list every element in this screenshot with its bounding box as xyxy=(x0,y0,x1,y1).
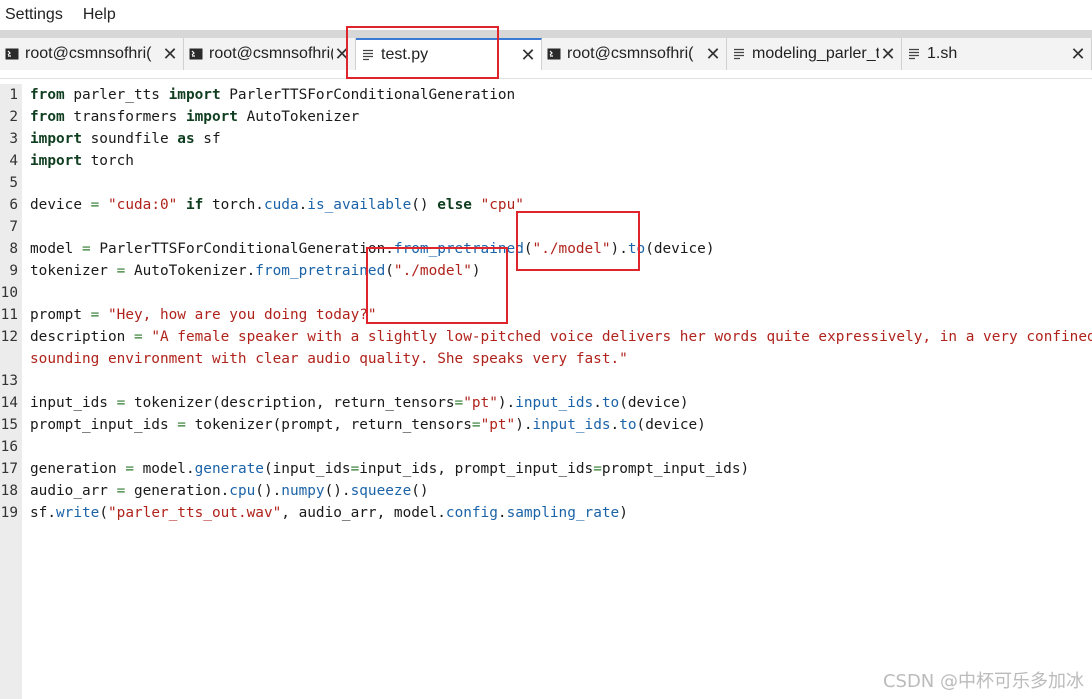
menu-bar: Settings Help xyxy=(0,0,1092,30)
tab-5[interactable]: modeling_parler_t ✕ xyxy=(727,38,902,70)
code-text: from parler_tts import ParlerTTSForCondi… xyxy=(30,87,516,103)
code-text: description = "A female speaker with a s… xyxy=(30,329,1092,345)
code-text: sf.write("parler_tts_out.wav", audio_arr… xyxy=(30,505,628,521)
tab-1[interactable]: root@csmnsofhri( ✕ xyxy=(0,38,184,70)
code-line: 6 device = "cuda:0" if torch.cuda.is_avai… xyxy=(0,194,1092,216)
tab-label: root@csmnsofhri( xyxy=(567,45,694,62)
menu-settings[interactable]: Settings xyxy=(0,0,77,30)
line-number: 7 xyxy=(9,219,18,235)
line-number: 6 xyxy=(9,197,18,213)
line-number: 16 xyxy=(0,439,18,455)
document-icon xyxy=(734,48,744,60)
line-number: 5 xyxy=(9,175,18,191)
line-number: 3 xyxy=(9,131,18,147)
code-line: 8 model = ParlerTTSForConditionalGenerati… xyxy=(0,238,1092,260)
code-text: import soundfile as sf xyxy=(30,131,221,147)
tab-label: root@csmnsofhri( xyxy=(25,45,152,62)
line-number: 17 xyxy=(0,461,18,477)
code-text: model = ParlerTTSForConditionalGeneratio… xyxy=(30,241,715,257)
code-line: 13 xyxy=(0,370,1092,392)
code-text: from transformers import AutoTokenizer xyxy=(30,109,360,125)
code-line: 5 xyxy=(0,172,1092,194)
document-icon xyxy=(909,48,919,60)
code-text: prompt = "Hey, how are you doing today?" xyxy=(30,307,377,323)
line-number: 10 xyxy=(0,285,18,301)
code-editor[interactable]: 1 from parler_tts import ParlerTTSForCond… xyxy=(0,84,1092,699)
line-number: 2 xyxy=(9,109,18,125)
code-text: input_ids = tokenizer(description, retur… xyxy=(30,395,689,411)
code-line: 14 input_ids = tokenizer(description, ret… xyxy=(0,392,1092,414)
code-text: audio_arr = generation.cpu().numpy().squ… xyxy=(30,483,429,499)
code-text: sounding environment with clear audio qu… xyxy=(30,351,628,367)
terminal-icon xyxy=(189,48,203,60)
tab-bar-rule xyxy=(0,70,1092,79)
menu-help[interactable]: Help xyxy=(77,0,122,30)
line-number: 13 xyxy=(0,373,18,389)
code-line: 3 import soundfile as sf xyxy=(0,128,1092,150)
line-number: 14 xyxy=(0,395,18,411)
code-line: 4 import torch xyxy=(0,150,1092,172)
close-icon[interactable]: ✕ xyxy=(519,46,537,64)
code-text: import torch xyxy=(30,153,134,169)
code-line: 18 audio_arr = generation.cpu().numpy().s… xyxy=(0,480,1092,502)
code-text: device = "cuda:0" if torch.cuda.is_avail… xyxy=(30,197,524,213)
code-line: 1 from parler_tts import ParlerTTSForCond… xyxy=(0,84,1092,106)
line-number: 8 xyxy=(9,241,18,257)
line-number: 1 xyxy=(9,87,18,103)
terminal-icon xyxy=(5,48,19,60)
tab-4[interactable]: root@csmnsofhri( ✕ xyxy=(542,38,727,70)
tab-3[interactable]: test.py ✕ xyxy=(356,38,542,70)
code-line: 9 tokenizer = AutoTokenizer.from_pretrain… xyxy=(0,260,1092,282)
code-line: 12 description = "A female speaker with a… xyxy=(0,326,1092,348)
code-line: 11 prompt = "Hey, how are you doing today… xyxy=(0,304,1092,326)
close-icon[interactable]: ✕ xyxy=(879,45,897,63)
code-line: sounding environment with clear audio qu… xyxy=(0,348,1092,370)
tab-label: 1.sh xyxy=(927,45,958,62)
close-icon[interactable]: ✕ xyxy=(1069,45,1087,63)
code-line: 17 generation = model.generate(input_ids=… xyxy=(0,458,1092,480)
tab-label: root@csmnsofhri( xyxy=(209,45,333,62)
code-line: 7 xyxy=(0,216,1092,238)
code-line: 10 xyxy=(0,282,1092,304)
watermark: CSDN @中杯可乐多加冰 xyxy=(882,671,1084,692)
menu-divider xyxy=(0,30,1092,38)
code-line: 15 prompt_input_ids = tokenizer(prompt, r… xyxy=(0,414,1092,436)
document-icon xyxy=(363,49,373,61)
line-number: 18 xyxy=(0,483,18,499)
tab-2[interactable]: root@csmnsofhri(✕ xyxy=(184,38,356,70)
close-icon[interactable]: ✕ xyxy=(333,45,351,63)
line-number: 9 xyxy=(9,263,18,279)
line-number: 12 xyxy=(0,329,18,345)
tab-label: modeling_parler_t xyxy=(752,45,879,62)
code-text: tokenizer = AutoTokenizer.from_pretraine… xyxy=(30,263,481,279)
line-number: 11 xyxy=(0,307,18,323)
tab-6[interactable]: 1.sh ✕ xyxy=(902,38,1092,70)
line-number: 15 xyxy=(0,417,18,433)
code-text: prompt_input_ids = tokenizer(prompt, ret… xyxy=(30,417,706,433)
tab-bar: root@csmnsofhri(✕ root@csmnsofhri(✕ test.p… xyxy=(0,38,1092,71)
close-icon[interactable]: ✕ xyxy=(704,45,722,63)
line-number: 4 xyxy=(9,153,18,169)
code-line: 2 from transformers import AutoTokenizer xyxy=(0,106,1092,128)
tab-label: test.py xyxy=(381,46,429,63)
code-line: 16 xyxy=(0,436,1092,458)
code-line: 19 sf.write("parler_tts_out.wav", audio_a… xyxy=(0,502,1092,524)
terminal-icon xyxy=(547,48,561,60)
code-text: generation = model.generate(input_ids=in… xyxy=(30,461,750,477)
editor-window: Settings Help root@csmnsofhri(✕ root@csmn… xyxy=(0,0,1092,699)
close-icon[interactable]: ✕ xyxy=(161,45,179,63)
line-number: 19 xyxy=(0,505,18,521)
